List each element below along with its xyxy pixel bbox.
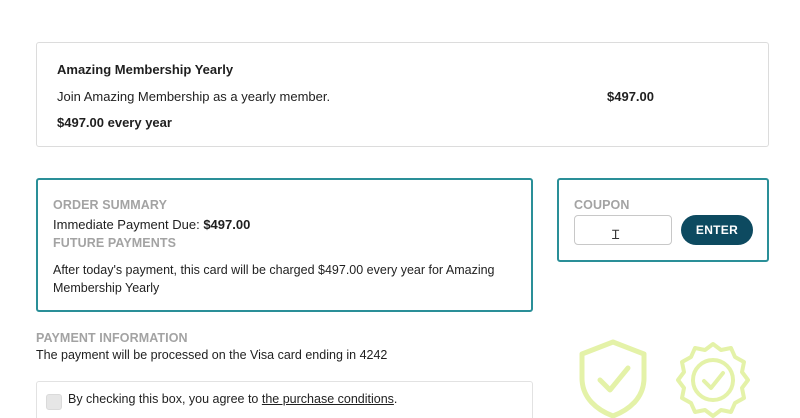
payment-information-text: The payment will be processed on the Vis… [36,348,388,362]
immediate-payment-due: Immediate Payment Due: $497.00 [53,217,250,232]
future-payments-text: After today's payment, this card will be… [53,263,495,295]
terms-prefix: By checking this box, you agree to [68,392,262,406]
product-description: Join Amazing Membership as a yearly memb… [57,89,331,104]
product-price: $497.00 [607,89,654,104]
product-name: Amazing Membership Yearly [57,62,234,77]
coupon-enter-button[interactable]: ENTER [681,215,753,245]
immediate-payment-label: Immediate Payment Due: [53,217,200,232]
order-summary-box: ORDER SUMMARY Immediate Payment Due: $49… [36,178,533,312]
terms-suffix: . [393,392,398,406]
immediate-payment-amount: $497.00 [203,217,251,232]
order-summary-heading: ORDER SUMMARY [53,198,168,212]
future-payments-heading: FUTURE PAYMENTS [53,236,177,250]
product-recurring-price: $497.00 every year [57,115,172,130]
seal-check-icon [676,342,750,418]
product-card: Amazing Membership Yearly Join Amazing M… [36,42,769,147]
terms-row: By checking this box, you agree to the p… [36,381,533,418]
coupon-heading: COUPON [574,198,630,212]
terms-label: By checking this box, you agree to the p… [68,392,397,406]
payment-information-heading: PAYMENT INFORMATION [36,331,188,345]
coupon-box: COUPON Ɪ ENTER [557,178,769,262]
purchase-conditions-link[interactable]: the purchase conditions [262,392,394,406]
shield-check-icon [579,339,647,418]
coupon-input[interactable] [574,215,672,245]
terms-checkbox[interactable] [46,394,62,410]
